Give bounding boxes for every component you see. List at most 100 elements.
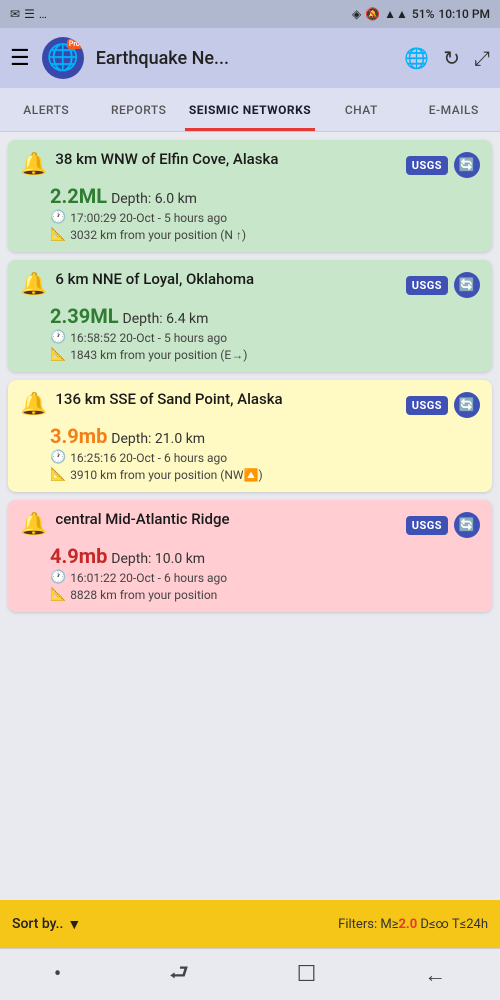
card-mag-row-2: 2.39ML Depth: 6.4 km [50, 304, 480, 328]
header-left: ☰ 🌐 Pro Earthquake Ne... [10, 37, 229, 79]
clock-icon-3: 🕐 [50, 450, 66, 465]
filter-suffix: D≤∞ T≤24h [417, 917, 488, 932]
filter-info: Filters: M≥2.0 D≤∞ T≤24h [338, 917, 488, 932]
time-row-3: 🕐 16:25:16 20-Oct - 6 hours ago [50, 450, 480, 465]
card-location-2: 6 km NNE of Loyal, Oklahoma [55, 270, 405, 290]
usgs-btn-4[interactable]: USGS [406, 516, 448, 535]
quake-icon-4: 🔔 [20, 512, 47, 537]
card-title-row-4: 🔔 central Mid-Atlantic Ridge [20, 510, 406, 537]
menu-status-icon: ☰ [24, 7, 35, 21]
square-nav-icon[interactable]: ☐ [297, 962, 317, 987]
magnitude-3: 3.9mb [50, 424, 107, 448]
distance-text-2: 1843 km from your position (E→) [70, 348, 247, 362]
card-actions-4: USGS 🔄 [406, 512, 480, 538]
share-btn-2[interactable]: 🔄 [454, 272, 480, 298]
earthquake-card-1: 🔔 38 km WNW of Elfin Cove, Alaska USGS 🔄… [8, 140, 492, 252]
card-actions-1: USGS 🔄 [406, 152, 480, 178]
app-title: Earthquake Ne... [96, 48, 229, 69]
card-title-row-2: 🔔 6 km NNE of Loyal, Oklahoma [20, 270, 406, 297]
distance-icon-1: 📐 [50, 227, 66, 242]
tab-alerts[interactable]: ALERTS [0, 88, 92, 131]
distance-icon-4: 📐 [50, 587, 66, 602]
quake-icon-1: 🔔 [20, 152, 47, 177]
card-location-1: 38 km WNW of Elfin Cove, Alaska [55, 150, 405, 170]
silent-icon: 🔕 [365, 7, 380, 21]
card-body-4: 4.9mb Depth: 10.0 km 🕐 16:01:22 20-Oct -… [20, 544, 480, 602]
sort-label: Sort by.. [12, 916, 63, 932]
bottom-filter-bar: Sort by.. ▼ Filters: M≥2.0 D≤∞ T≤24h [0, 900, 500, 948]
status-bar: ✉ ☰ … ◈ 🔕 ▲▲ 51% 10:10 PM [0, 0, 500, 28]
depth-3: Depth: 21.0 km [111, 431, 205, 447]
dot-nav-icon[interactable]: • [54, 962, 61, 987]
sort-button[interactable]: Sort by.. ▼ [12, 916, 81, 933]
distance-row-3: 📐 3910 km from your position (NW🔼) [50, 467, 480, 482]
clock-icon-4: 🕐 [50, 570, 66, 585]
card-location-4: central Mid-Atlantic Ridge [55, 510, 405, 530]
mail-icon: ✉ [10, 7, 20, 21]
filter-magnitude: 2.0 [398, 917, 417, 932]
back-nav-icon[interactable]: ← [424, 962, 446, 988]
quake-icon-2: 🔔 [20, 272, 47, 297]
tab-seismic-networks[interactable]: SEISMIC NETWORKS [185, 88, 315, 131]
earthquake-card-3: 🔔 136 km SSE of Sand Point, Alaska USGS … [8, 380, 492, 492]
time-text: 10:10 PM [438, 7, 490, 21]
quake-icon-3: 🔔 [20, 392, 47, 417]
app-header: ☰ 🌐 Pro Earthquake Ne... 🌐 ↻ ⤢ [0, 28, 500, 88]
card-title-row-1: 🔔 38 km WNW of Elfin Cove, Alaska [20, 150, 406, 177]
location-icon: ◈ [352, 7, 361, 21]
distance-text-1: 3032 km from your position (N ↑) [70, 228, 246, 242]
status-right-info: ◈ 🔕 ▲▲ 51% 10:10 PM [352, 7, 490, 21]
card-mag-row-1: 2.2ML Depth: 6.0 km [50, 184, 480, 208]
globe-nav-icon[interactable]: 🌐 [404, 46, 429, 70]
expand-icon[interactable]: ⤢ [474, 46, 490, 70]
share-btn-3[interactable]: 🔄 [454, 392, 480, 418]
share-btn-4[interactable]: 🔄 [454, 512, 480, 538]
card-location-3: 136 km SSE of Sand Point, Alaska [55, 390, 405, 410]
card-header-3: 🔔 136 km SSE of Sand Point, Alaska USGS … [20, 390, 480, 418]
time-row-2: 🕐 16:58:52 20-Oct - 5 hours ago [50, 330, 480, 345]
card-actions-3: USGS 🔄 [406, 392, 480, 418]
app-logo: 🌐 Pro [42, 37, 84, 79]
time-text-1: 17:00:29 20-Oct - 5 hours ago [70, 211, 227, 225]
distance-icon-2: 📐 [50, 347, 66, 362]
clock-icon-1: 🕐 [50, 210, 66, 225]
usgs-btn-1[interactable]: USGS [406, 156, 448, 175]
tab-chat[interactable]: CHAT [315, 88, 407, 131]
earthquake-list: 🔔 38 km WNW of Elfin Cove, Alaska USGS 🔄… [0, 132, 500, 900]
card-body-1: 2.2ML Depth: 6.0 km 🕐 17:00:29 20-Oct - … [20, 184, 480, 242]
card-header-2: 🔔 6 km NNE of Loyal, Oklahoma USGS 🔄 [20, 270, 480, 298]
return-nav-icon[interactable]: ⮐ [169, 956, 189, 994]
distance-text-4: 8828 km from your position [70, 588, 217, 602]
distance-text-3: 3910 km from your position (NW🔼) [70, 468, 263, 482]
refresh-icon[interactable]: ↻ [443, 46, 460, 70]
depth-1: Depth: 6.0 km [111, 191, 197, 207]
tab-reports[interactable]: REPORTS [92, 88, 184, 131]
card-mag-row-3: 3.9mb Depth: 21.0 km [50, 424, 480, 448]
card-header-1: 🔔 38 km WNW of Elfin Cove, Alaska USGS 🔄 [20, 150, 480, 178]
battery-text: 51% [412, 7, 434, 21]
header-right: 🌐 ↻ ⤢ [404, 46, 490, 70]
time-row-1: 🕐 17:00:29 20-Oct - 5 hours ago [50, 210, 480, 225]
tab-emails[interactable]: E-MAILS [408, 88, 500, 131]
card-actions-2: USGS 🔄 [406, 272, 480, 298]
navigation-bar: • ⮐ ☐ ← [0, 948, 500, 1000]
pro-badge: Pro [67, 39, 82, 49]
earthquake-card-4: 🔔 central Mid-Atlantic Ridge USGS 🔄 4.9m… [8, 500, 492, 612]
distance-icon-3: 📐 [50, 467, 66, 482]
share-btn-1[interactable]: 🔄 [454, 152, 480, 178]
card-mag-row-4: 4.9mb Depth: 10.0 km [50, 544, 480, 568]
depth-4: Depth: 10.0 km [111, 551, 205, 567]
time-text-2: 16:58:52 20-Oct - 5 hours ago [70, 331, 227, 345]
filter-prefix: Filters: M≥ [338, 917, 398, 932]
clock-icon-2: 🕐 [50, 330, 66, 345]
card-body-3: 3.9mb Depth: 21.0 km 🕐 16:25:16 20-Oct -… [20, 424, 480, 482]
earthquake-card-2: 🔔 6 km NNE of Loyal, Oklahoma USGS 🔄 2.3… [8, 260, 492, 372]
time-row-4: 🕐 16:01:22 20-Oct - 6 hours ago [50, 570, 480, 585]
distance-row-4: 📐 8828 km from your position [50, 587, 480, 602]
hamburger-menu[interactable]: ☰ [10, 46, 30, 71]
usgs-btn-2[interactable]: USGS [406, 276, 448, 295]
card-body-2: 2.39ML Depth: 6.4 km 🕐 16:58:52 20-Oct -… [20, 304, 480, 362]
usgs-btn-3[interactable]: USGS [406, 396, 448, 415]
more-status-icon: … [39, 7, 47, 21]
magnitude-1: 2.2ML [50, 184, 107, 208]
